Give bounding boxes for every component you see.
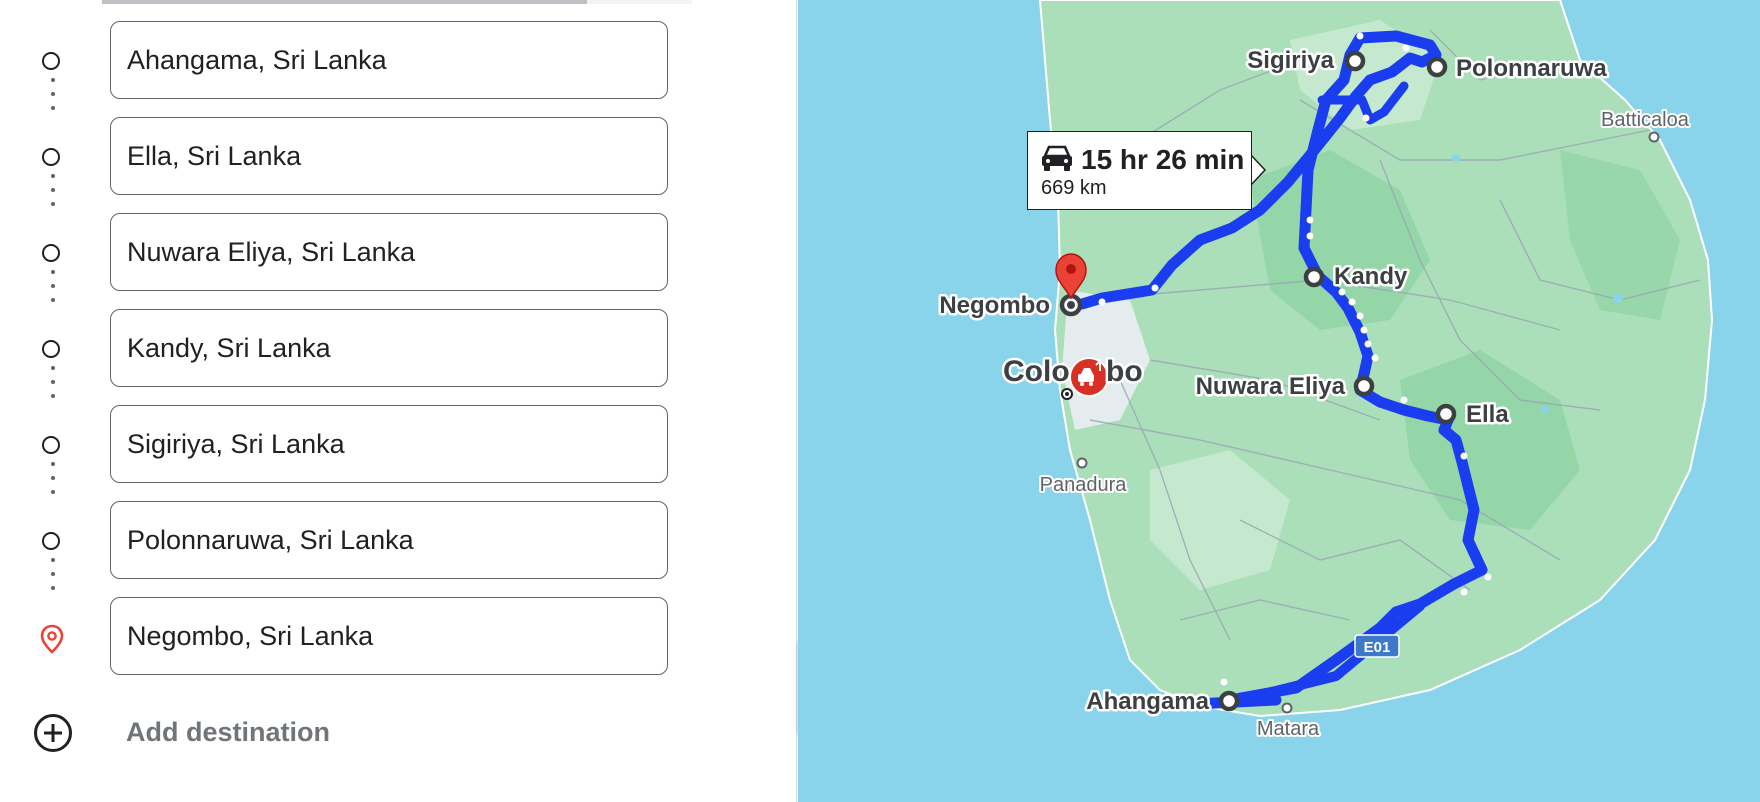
map-drawing: E01 Sigiriya Polonnaruwa Batticaloa Kand… [937, 0, 1714, 742]
kandy-label: Kandy [1334, 263, 1408, 290]
waypoint-circle-icon [42, 340, 60, 358]
highway-label: E01 [1364, 639, 1391, 656]
stop-row-6 [0, 501, 797, 590]
sigiriya-label: Sigiriya [1247, 47, 1334, 74]
sigiriya-marker [1344, 50, 1366, 72]
negombo-center [1067, 301, 1075, 309]
waypoint-circle-icon [42, 436, 60, 454]
stop-row-7 [0, 597, 797, 677]
ella-label: Ella [1466, 401, 1509, 428]
ahangama-marker [1218, 690, 1240, 712]
connector-dots [51, 270, 55, 312]
connector-dots [51, 366, 55, 408]
lake [1613, 293, 1623, 303]
polonnaruwa-marker [1426, 56, 1448, 78]
ella-marker [1435, 403, 1457, 425]
connector-dots [51, 174, 55, 216]
panadura-dot [1076, 457, 1088, 469]
route-summary-callout[interactable]: 15 hr 26 min 669 km [1027, 131, 1252, 210]
nuwara-eliya-label: Nuwara Eliya [1196, 373, 1346, 400]
scrollbar-thumb[interactable] [102, 0, 587, 4]
waypoint-circle-icon [42, 52, 60, 70]
stop-input-1[interactable] [110, 21, 668, 99]
batticaloa-dot [1648, 131, 1660, 143]
stop-input-7[interactable] [110, 597, 668, 675]
kandy-marker [1303, 266, 1325, 288]
car-icon [1042, 145, 1072, 171]
connector-dots [51, 78, 55, 120]
ahangama-label: Ahangama [1086, 688, 1209, 715]
connector-dots [51, 558, 55, 600]
connector-dots [51, 462, 55, 504]
stop-input-6[interactable] [110, 501, 668, 579]
traffic-incident-icon [1069, 357, 1109, 397]
waypoint-circle-icon [42, 148, 60, 166]
stop-input-3[interactable] [110, 213, 668, 291]
colombo-dot-center [1065, 392, 1069, 396]
scrollbar[interactable] [102, 0, 692, 4]
lake [1541, 406, 1549, 414]
map-canvas[interactable]: E01 Sigiriya Polonnaruwa Batticaloa Kand… [798, 0, 1760, 802]
add-destination-label: Add destination [126, 717, 330, 747]
waypoint-circle-icon [42, 532, 60, 550]
route-duration: 15 hr 26 min [1081, 144, 1245, 175]
add-circle-icon [34, 714, 72, 752]
matara-dot [1281, 702, 1293, 714]
polonnaruwa-label: Polonnaruwa [1456, 55, 1607, 82]
negombo-label: Negombo [939, 292, 1050, 319]
stop-input-4[interactable] [110, 309, 668, 387]
route-distance: 669 km [1041, 177, 1107, 199]
matara-label: Matara [1257, 718, 1320, 740]
panadura-label: Panadura [1040, 474, 1128, 496]
directions-panel: Add destination [0, 0, 797, 802]
stop-row-2 [0, 117, 797, 206]
colombo-label: Colo [1003, 355, 1070, 388]
batticaloa-label: Batticaloa [1601, 109, 1690, 131]
stop-input-5[interactable] [110, 405, 668, 483]
stop-row-3 [0, 213, 797, 302]
lake [1452, 154, 1460, 162]
add-destination-button[interactable]: Add destination [0, 708, 797, 758]
nuwara-eliya-marker [1353, 375, 1375, 397]
stop-row-5 [0, 405, 797, 494]
stop-row-1 [0, 21, 797, 110]
destination-pin-icon [40, 624, 64, 654]
stop-input-2[interactable] [110, 117, 668, 195]
waypoint-circle-icon [42, 244, 60, 262]
colombo-label-end: bo [1106, 355, 1143, 388]
stop-row-4 [0, 309, 797, 398]
